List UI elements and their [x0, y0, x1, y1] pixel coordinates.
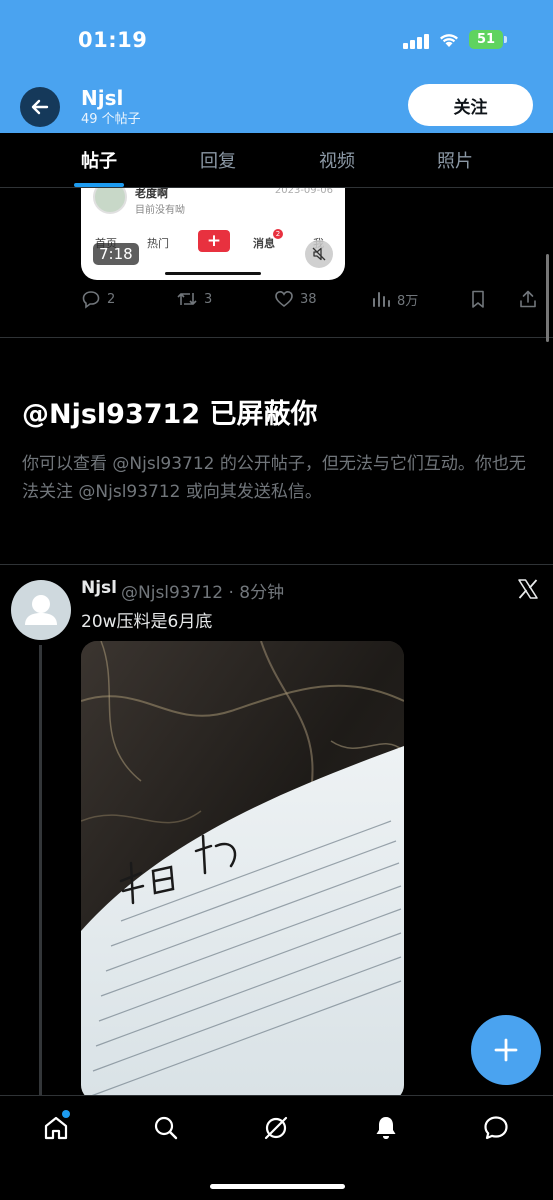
default-avatar-icon [25, 595, 57, 625]
tweet-photo[interactable] [81, 641, 404, 1101]
embedded-nav-item: 消息 [253, 237, 275, 250]
back-button[interactable] [20, 87, 60, 127]
embedded-nav-item: 热门 [147, 237, 169, 250]
like-count: 38 [300, 291, 317, 307]
mute-button[interactable] [305, 240, 333, 268]
plus-icon [494, 1038, 518, 1062]
divider [0, 337, 553, 338]
reply-icon [82, 291, 100, 309]
tweet-author-name[interactable]: Njsl [81, 578, 117, 598]
reply-button[interactable]: 2 [81, 289, 115, 309]
blocked-description: 你可以查看 @Njsl93712 的公开帖子，但无法与它们互动。你也无法关注 @… [22, 454, 526, 502]
embedded-date: 2023-09-06 [274, 188, 333, 196]
arrow-left-icon [31, 99, 49, 115]
views-chart-icon [373, 292, 390, 307]
heart-icon [275, 290, 293, 308]
blocked-title: @Njsl93712 已屏蔽你 [22, 399, 318, 430]
repost-button[interactable]: 3 [176, 289, 212, 309]
grok-icon [264, 1116, 288, 1140]
bookmark-button[interactable] [468, 289, 488, 309]
cellular-signal-icon [403, 31, 429, 49]
embedded-home-bar [165, 272, 261, 275]
nav-search[interactable] [146, 1108, 186, 1148]
repost-icon [177, 293, 197, 305]
bell-icon [376, 1117, 396, 1139]
battery-indicator: 51 [469, 30, 507, 49]
compose-button[interactable] [471, 1015, 541, 1085]
nav-grok[interactable] [256, 1108, 296, 1148]
nav-home[interactable] [36, 1108, 76, 1148]
embedded-subtitle: 目前没有呦 [135, 205, 185, 216]
battery-level: 51 [476, 32, 496, 47]
video-duration: 7:18 [93, 243, 139, 265]
tab-posts[interactable]: 帖子 [59, 147, 139, 173]
status-icons: 51 [403, 30, 507, 49]
nav-messages[interactable] [476, 1108, 516, 1148]
search-icon [154, 1116, 178, 1140]
embedded-avatar [93, 188, 127, 214]
post-video-media[interactable]: 老度啊 2023-09-06 目前没有呦 首页 热门 消息 我 + 2 7:18 [81, 188, 345, 280]
tab-photos[interactable]: 照片 [415, 147, 495, 173]
scrollbar[interactable] [546, 254, 549, 342]
tab-videos[interactable]: 视频 [297, 147, 377, 173]
thread-line [39, 645, 42, 1095]
view-count: 8万 [397, 293, 419, 309]
reply-count: 2 [107, 291, 116, 307]
tab-replies[interactable]: 回复 [178, 147, 258, 173]
post-count: 49 个帖子 [81, 112, 141, 127]
profile-name: Njsl [81, 86, 124, 110]
bottom-nav [0, 1095, 553, 1200]
speaker-muted-icon [312, 247, 326, 261]
home-indicator [210, 1184, 345, 1189]
divider [0, 564, 553, 565]
embedded-username: 老度啊 [135, 188, 168, 200]
active-tab-indicator [74, 183, 124, 187]
wifi-icon [440, 33, 458, 47]
home-notification-dot [62, 1110, 70, 1118]
bookmark-icon [472, 290, 484, 308]
embedded-message-badge: 2 [273, 229, 283, 239]
follow-button[interactable]: 关注 [408, 84, 533, 126]
post-action-bar: 2 3 38 8万 [81, 289, 541, 315]
tweet-text: 20w压料是6月底 [81, 612, 213, 632]
avatar[interactable] [11, 580, 71, 640]
x-logo-icon [517, 578, 539, 604]
like-button[interactable]: 38 [274, 289, 317, 309]
tweet-handle-time: @Njsl93712 · 8分钟 [121, 583, 285, 603]
share-button[interactable] [518, 289, 538, 309]
chat-icon [484, 1116, 508, 1140]
views-button[interactable]: 8万 [371, 289, 418, 309]
profile-header: 01:19 51 Njsl 49 个帖子 关注 [0, 0, 553, 133]
repost-count: 3 [204, 291, 213, 307]
status-time: 01:19 [78, 28, 148, 52]
share-icon [520, 290, 536, 308]
document-photo [81, 641, 404, 1101]
embedded-plus-icon: + [198, 230, 230, 252]
home-icon [44, 1116, 68, 1140]
nav-notifications[interactable] [366, 1108, 406, 1148]
profile-tabs: 帖子 回复 视频 照片 [0, 133, 553, 188]
